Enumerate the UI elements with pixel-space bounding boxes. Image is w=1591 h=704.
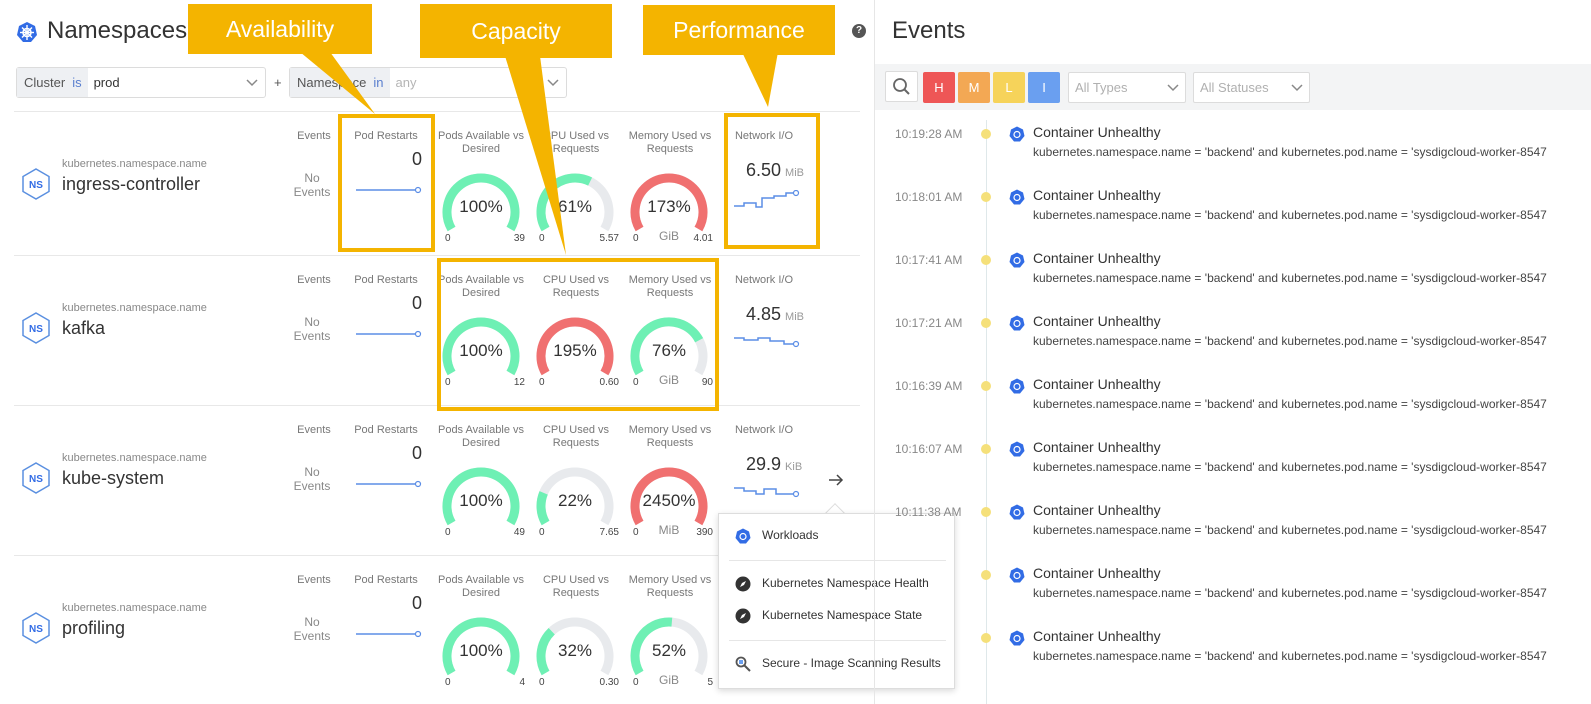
event-time: 10:17:21 AM (895, 316, 963, 330)
event-description: kubernetes.namespace.name = 'backend' an… (1033, 460, 1547, 474)
type-filter-value: All Types (1075, 80, 1128, 95)
compass-icon (735, 576, 751, 592)
event-description: kubernetes.namespace.name = 'backend' an… (1033, 523, 1547, 537)
kubernetes-icon (735, 528, 751, 544)
event-time: 10:16:39 AM (895, 379, 963, 393)
event-time: 10:11:38 AM (895, 505, 962, 519)
severity-dot (981, 381, 991, 391)
compass-icon (735, 608, 751, 624)
severity-filter-i[interactable]: I (1028, 72, 1060, 103)
event-title: Container Unhealthy (1033, 439, 1161, 455)
event-item[interactable]: 10:19:28 AM Container Unhealthy kubernetes… (875, 123, 1591, 186)
menu-item-label: Workloads (762, 528, 819, 542)
event-item[interactable]: 10:11:38 AM Container Unhealthy kubernetes… (875, 501, 1591, 564)
event-title: Container Unhealthy (1033, 187, 1161, 203)
severity-dot (981, 570, 991, 580)
capacity-callout: Capacity (420, 4, 612, 58)
event-item[interactable]: 10:16:07 AM Container Unhealthy kubernetes… (875, 438, 1591, 501)
event-description: kubernetes.namespace.name = 'backend' an… (1033, 271, 1547, 285)
kubernetes-icon (1009, 189, 1025, 205)
namespaces-panel: Namespaces ? Cluster is prod + Namespace i… (0, 0, 955, 704)
kubernetes-icon (1009, 378, 1025, 394)
event-item[interactable]: 10:18:01 AM Container Unhealthy kubernetes… (875, 186, 1591, 249)
severity-dot (981, 318, 991, 328)
severity-dot (981, 192, 991, 202)
event-item[interactable]: 10:17:21 AM Container Unhealthy kubernetes… (875, 312, 1591, 375)
event-time: 10:18:01 AM (895, 190, 963, 204)
kubernetes-icon (1009, 126, 1025, 142)
event-title: Container Unhealthy (1033, 628, 1161, 644)
event-title: Container Unhealthy (1033, 565, 1161, 581)
event-description: kubernetes.namespace.name = 'backend' an… (1033, 334, 1547, 348)
severity-dot (981, 633, 991, 643)
kubernetes-icon (1009, 504, 1025, 520)
kubernetes-icon (1009, 630, 1025, 646)
event-title: Container Unhealthy (1033, 313, 1161, 329)
scan-icon (735, 656, 751, 672)
availability-callout: Availability (188, 4, 372, 54)
event-item[interactable]: 10:16:39 AM Container Unhealthy kubernetes… (875, 375, 1591, 438)
type-filter[interactable]: All Types (1068, 72, 1186, 103)
event-item[interactable]: Container Unhealthy kubernetes.namespace.… (875, 564, 1591, 627)
event-description: kubernetes.namespace.name = 'backend' an… (1033, 649, 1547, 663)
events-title: Events (892, 17, 966, 44)
event-description: kubernetes.namespace.name = 'backend' an… (1033, 208, 1547, 222)
event-time: 10:17:41 AM (895, 253, 963, 267)
severity-filter-l[interactable]: L (993, 72, 1025, 103)
event-title: Container Unhealthy (1033, 376, 1161, 392)
chevron-down-icon (1291, 84, 1303, 92)
kubernetes-icon (1009, 252, 1025, 268)
kubernetes-icon (1009, 567, 1025, 583)
chevron-down-icon (1167, 84, 1179, 92)
status-filter[interactable]: All Statuses (1193, 72, 1310, 103)
event-title: Container Unhealthy (1033, 502, 1161, 518)
search-icon (893, 78, 910, 95)
event-title: Container Unhealthy (1033, 250, 1161, 266)
event-item[interactable]: 10:17:41 AM Container Unhealthy kubernetes… (875, 249, 1591, 312)
severity-dot (981, 255, 991, 265)
severity-dot (981, 129, 991, 139)
events-panel: Events HMLI All Types All Statuses 10:19… (874, 0, 1591, 704)
search-button[interactable] (885, 71, 918, 102)
kubernetes-icon (1009, 315, 1025, 331)
severity-dot (981, 507, 991, 517)
severity-dot (981, 444, 991, 454)
event-time: 10:19:28 AM (895, 127, 963, 141)
event-title: Container Unhealthy (1033, 124, 1161, 140)
event-time: 10:16:07 AM (895, 442, 963, 456)
event-item[interactable]: Container Unhealthy kubernetes.namespace.… (875, 627, 1591, 690)
event-description: kubernetes.namespace.name = 'backend' an… (1033, 586, 1547, 600)
severity-filter-m[interactable]: M (958, 72, 990, 103)
events-toolbar: HMLI All Types All Statuses (875, 64, 1591, 110)
performance-callout: Performance (643, 5, 835, 55)
severity-filter-h[interactable]: H (923, 72, 955, 103)
event-description: kubernetes.namespace.name = 'backend' an… (1033, 397, 1547, 411)
event-description: kubernetes.namespace.name = 'backend' an… (1033, 145, 1547, 159)
kubernetes-icon (1009, 441, 1025, 457)
status-filter-value: All Statuses (1200, 80, 1269, 95)
